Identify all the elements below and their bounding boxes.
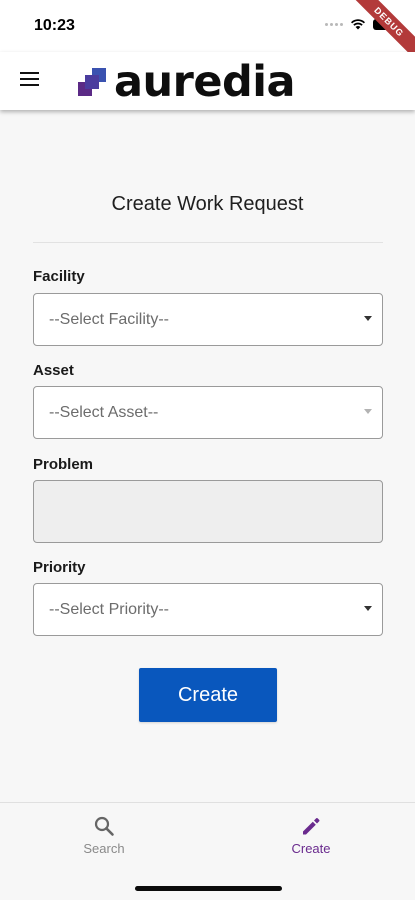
auredia-logo: auredia — [76, 57, 296, 107]
problem-label: Problem — [33, 456, 94, 473]
page-title: Create Work Request — [111, 193, 304, 215]
home-indicator — [135, 886, 282, 891]
priority-select[interactable]: --Select Priority-- — [33, 583, 383, 636]
cellular-signal-icon — [325, 22, 343, 26]
search-icon — [94, 816, 114, 836]
priority-select-value: --Select Priority-- — [49, 601, 170, 618]
dropdown-arrow-icon — [364, 316, 372, 321]
dropdown-arrow-icon — [364, 606, 372, 611]
create-button[interactable]: Create — [139, 668, 277, 722]
asset-select[interactable]: --Select Asset-- — [33, 386, 383, 439]
title-divider — [33, 242, 383, 243]
facility-label: Facility — [33, 268, 85, 285]
facility-select[interactable]: --Select Facility-- — [33, 293, 383, 346]
nav-label-search: Search — [83, 841, 125, 856]
nav-item-search[interactable]: Search — [44, 815, 164, 856]
logo-text: auredia — [114, 57, 296, 107]
app-bar: auredia — [0, 52, 415, 110]
problem-field[interactable] — [33, 480, 383, 543]
dropdown-arrow-icon — [364, 409, 372, 414]
nav-item-create[interactable]: Create — [251, 815, 371, 856]
asset-select-value: --Select Asset-- — [49, 404, 159, 421]
asset-label: Asset — [33, 362, 74, 379]
status-bar: 10:23 DEBUG — [0, 0, 415, 68]
wifi-icon — [351, 19, 365, 30]
nav-label-create: Create — [291, 841, 331, 856]
logo-mark-icon — [78, 68, 106, 96]
menu-icon[interactable] — [20, 72, 40, 88]
pencil-icon — [303, 818, 320, 835]
priority-label: Priority — [33, 559, 86, 576]
status-time: 10:23 — [34, 17, 75, 34]
facility-select-value: --Select Facility-- — [49, 311, 170, 328]
